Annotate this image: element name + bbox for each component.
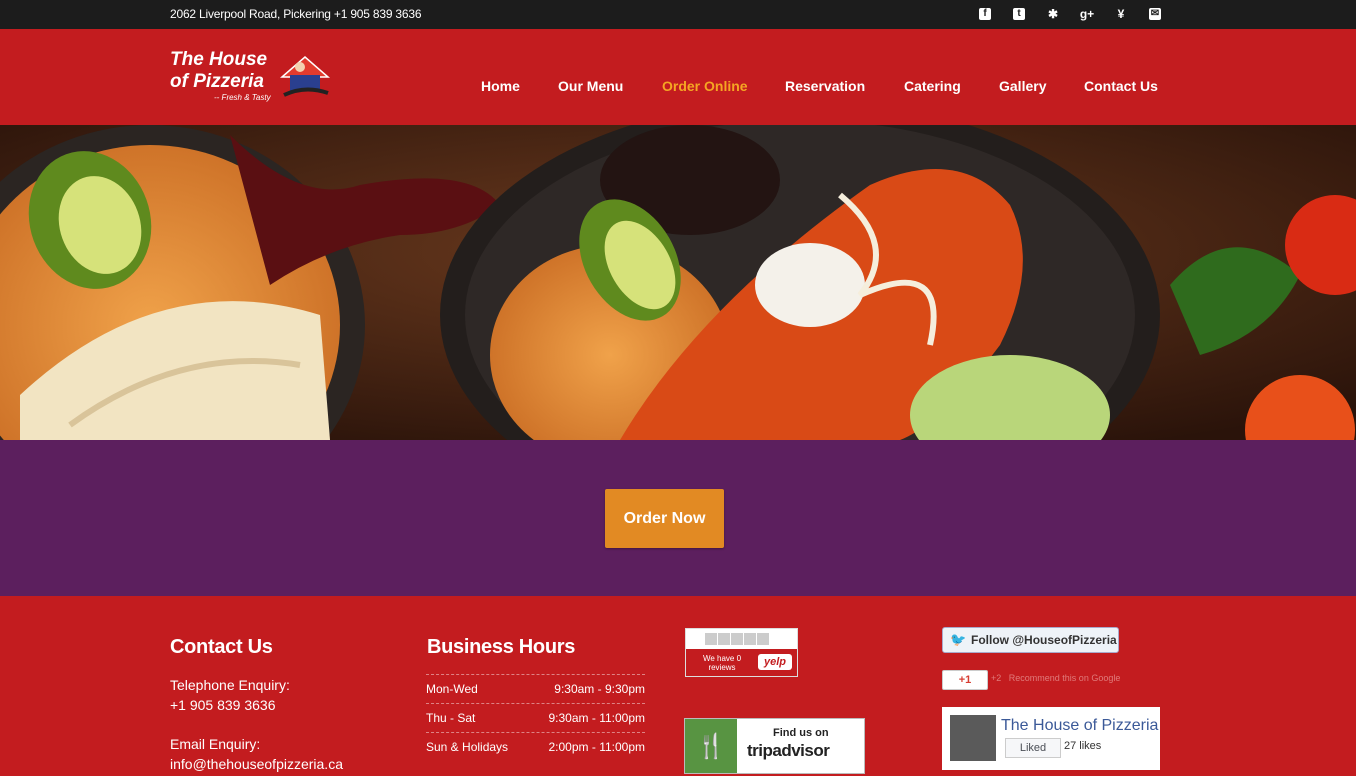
hours-heading: Business Hours — [427, 636, 576, 658]
contact-heading: Contact Us — [170, 636, 273, 658]
hours-days: Mon-Wed — [426, 682, 478, 696]
yelp-review-text: We have 0 reviews — [702, 654, 742, 672]
hours-row: Mon-Wed 9:30am - 9:30pm — [426, 674, 645, 703]
tripadvisor-logo: tripadvisor — [747, 741, 830, 760]
nav-gallery[interactable]: Gallery — [999, 78, 1046, 94]
google-plus-one-button[interactable]: +1 — [942, 670, 988, 690]
social-icons: f t ✱ g+ ¥ ✉ — [968, 4, 1172, 24]
facebook-icon[interactable]: f — [968, 4, 1002, 24]
hours-row: Thu - Sat 9:30am - 11:00pm — [426, 703, 645, 732]
facebook-like-box: The House of Pizzeria Liked 27 likes — [942, 707, 1160, 770]
foursquare-icon[interactable]: ¥ — [1104, 4, 1138, 24]
hours-time: 9:30am - 11:00pm — [548, 711, 646, 725]
facebook-liked-button[interactable]: Liked — [1005, 738, 1061, 758]
yelp-reviews-badge[interactable]: We have 0 reviews yelp — [685, 628, 798, 677]
gplus-count: +2 — [991, 673, 1002, 683]
email-icon[interactable]: ✉ — [1138, 4, 1172, 24]
hours-time: 2:00pm - 11:00pm — [548, 740, 646, 754]
nav-order-online[interactable]: Order Online — [662, 78, 748, 94]
nav-catering[interactable]: Catering — [904, 78, 961, 94]
phone-label: Telephone Enquiry: — [170, 677, 290, 693]
site-header: The House of Pizzeria -- Fresh & Tasty H… — [0, 29, 1356, 125]
facebook-likes-count: 27 likes — [1064, 740, 1102, 752]
twitter-follow-button[interactable]: 🐦 Follow @HouseofPizzeria — [942, 627, 1119, 653]
nav-reservation[interactable]: Reservation — [785, 78, 865, 94]
google-plus-count: +2 Recommend this on Google — [991, 673, 1120, 683]
tripadvisor-find-text: Find us on — [773, 727, 829, 739]
address-text: 2062 Liverpool Road, Pickering +1 905 83… — [170, 7, 422, 21]
twitter-bird-icon: 🐦 — [950, 632, 967, 647]
hero-food-image — [0, 125, 1356, 440]
google-plus-icon[interactable]: g+ — [1070, 4, 1104, 24]
gplus-recommend: Recommend this on Google — [1008, 673, 1121, 683]
hours-row: Sun & Holidays 2:00pm - 11:00pm — [426, 732, 645, 761]
twitter-icon[interactable]: t — [1002, 4, 1036, 24]
rating-stars — [705, 633, 769, 645]
facebook-page-avatar[interactable] — [950, 715, 996, 761]
facebook-liked-label: Liked — [1019, 742, 1047, 754]
nav-contact-us[interactable]: Contact Us — [1084, 78, 1158, 94]
tripadvisor-badge[interactable]: 🍴 Find us on tripadvisor — [684, 718, 865, 774]
twitter-follow-label: Follow @HouseofPizzeria — [971, 633, 1117, 647]
nav-our-menu[interactable]: Our Menu — [558, 78, 623, 94]
phone-number[interactable]: +1 905 839 3636 — [170, 695, 276, 715]
hours-table: Mon-Wed 9:30am - 9:30pm Thu - Sat 9:30am… — [426, 674, 645, 761]
email-label: Email Enquiry: — [170, 736, 261, 752]
email-link[interactable]: info@thehouseofpizzeria.ca — [170, 754, 343, 774]
yelp-icon[interactable]: ✱ — [1036, 4, 1070, 24]
main-nav: Home Our Menu Order Online Reservation C… — [0, 78, 1356, 98]
hours-days: Sun & Holidays — [426, 740, 509, 754]
facebook-page-name[interactable]: The House of Pizzeria — [1001, 717, 1158, 735]
hours-time: 9:30am - 9:30pm — [554, 682, 645, 696]
hours-days: Thu - Sat — [426, 711, 476, 725]
logo-line-1: The House — [170, 49, 268, 70]
yelp-logo: yelp — [758, 654, 792, 670]
top-bar: 2062 Liverpool Road, Pickering +1 905 83… — [0, 0, 1356, 29]
fork-knife-icon: 🍴 — [685, 719, 737, 773]
order-now-button[interactable]: Order Now — [605, 489, 724, 548]
nav-home[interactable]: Home — [481, 78, 520, 94]
